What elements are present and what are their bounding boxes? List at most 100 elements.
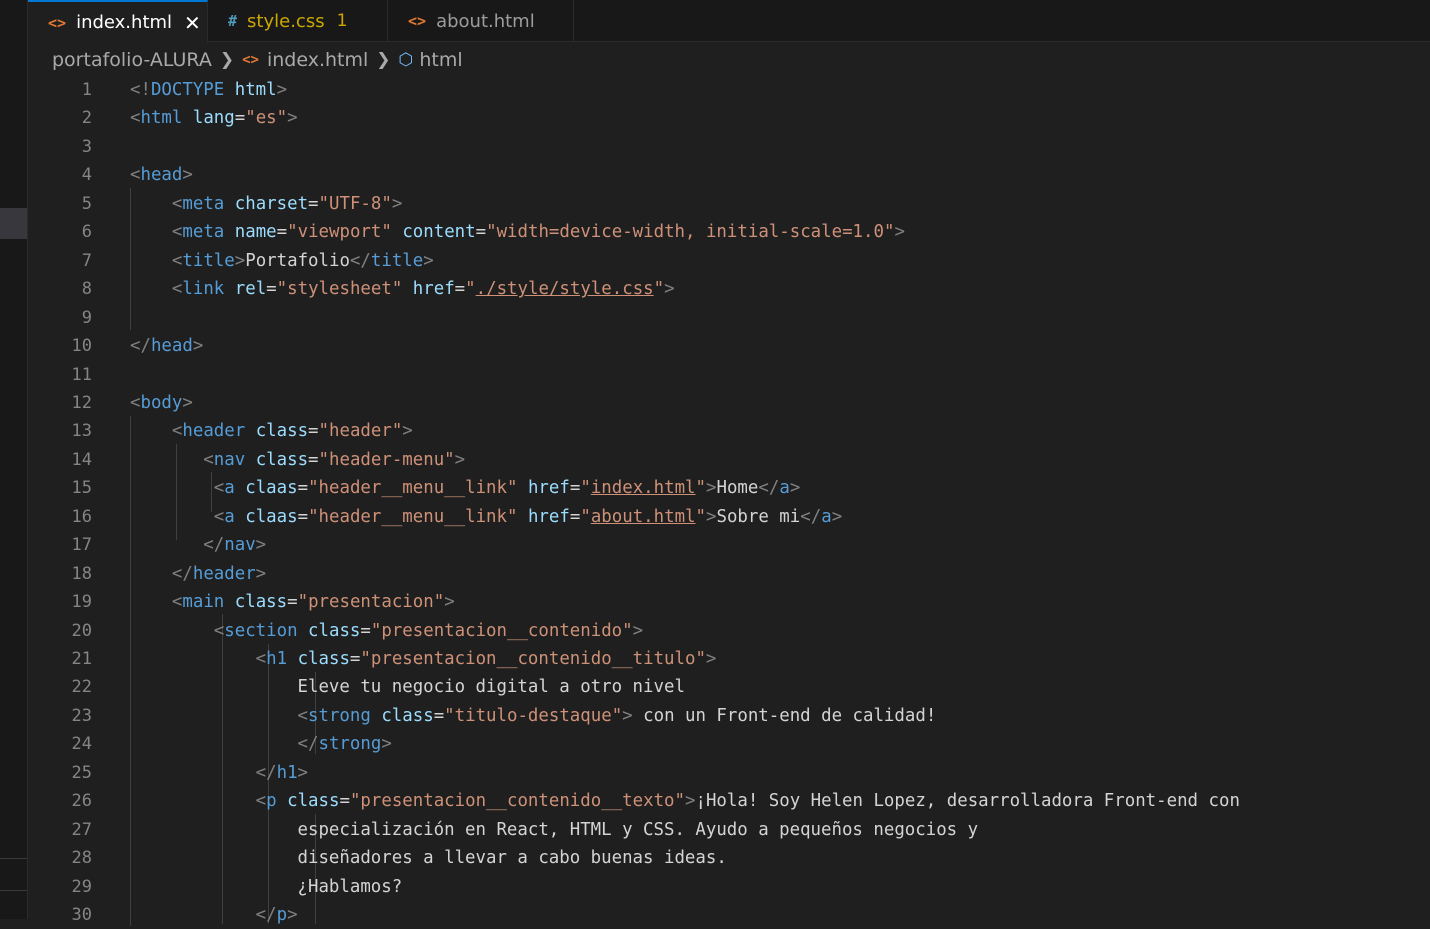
code-token: < bbox=[171, 250, 183, 271]
code-token: charset bbox=[234, 193, 309, 214]
tab-about-html[interactable]: <> about.html bbox=[388, 0, 574, 42]
code-token: ¿Hablamos? bbox=[130, 876, 403, 897]
code-line[interactable]: <title>Portafolio</title> bbox=[130, 247, 434, 275]
code-line[interactable]: <link rel="stylesheet" href="./style/sty… bbox=[130, 275, 675, 303]
code-token: "presentacion__contenido" bbox=[370, 620, 633, 641]
code-line[interactable]: Eleve tu negocio digital a otro nivel bbox=[130, 673, 685, 701]
code-token: > bbox=[234, 250, 246, 271]
code-token: class bbox=[255, 421, 309, 442]
code-token: " bbox=[695, 478, 706, 499]
code-token: > bbox=[632, 620, 644, 641]
tab-style-css[interactable]: # style.css 1 bbox=[208, 0, 388, 42]
code-line[interactable]: <!DOCTYPE html> bbox=[130, 76, 287, 104]
code-token: h1 bbox=[276, 762, 298, 783]
breadcrumb-file[interactable]: index.html bbox=[267, 49, 368, 71]
code-token: </ bbox=[758, 478, 780, 499]
code-token: content bbox=[402, 222, 476, 243]
line-number: 29 bbox=[71, 876, 92, 897]
code-line[interactable]: <a claas="header__menu__link" href="inde… bbox=[130, 474, 801, 502]
line-number: 30 bbox=[71, 905, 92, 926]
line-number: 14 bbox=[71, 449, 92, 470]
chevron-right-icon: ❯ bbox=[376, 50, 391, 70]
code-token: = bbox=[287, 592, 298, 613]
code-editor[interactable]: 1 2 3 4 5 6 7 8 9 10 11 12 13 14 15 16 17 18 19 20 21 22 23 24 2… bbox=[28, 76, 1430, 926]
code-token: " bbox=[465, 279, 476, 300]
line-number: 19 bbox=[71, 592, 92, 613]
code-token: "header__menu__link" bbox=[308, 506, 518, 527]
code-line[interactable]: <p class="presentacion__contenido__texto… bbox=[130, 787, 1240, 815]
code-token: </ bbox=[255, 905, 277, 926]
code-line[interactable]: <a claas="header__menu__link" href="abou… bbox=[130, 503, 842, 531]
code-token: = bbox=[276, 222, 288, 243]
code-token: > bbox=[182, 392, 193, 413]
code-line[interactable]: diseñadores a llevar a cabo buenas ideas… bbox=[130, 844, 727, 872]
code-line[interactable]: especialización en React, HTML y CSS. Ay… bbox=[130, 816, 979, 844]
code-line[interactable]: <h1 class="presentacion__contenido__titu… bbox=[130, 645, 717, 673]
close-icon[interactable]: ✕ bbox=[184, 11, 201, 35]
code-token: > bbox=[192, 336, 204, 357]
code-token: = bbox=[454, 279, 466, 300]
code-line[interactable]: <section class="presentacion__contenido"… bbox=[130, 617, 643, 645]
code-token: > bbox=[287, 905, 298, 926]
line-number: 26 bbox=[71, 791, 92, 812]
code-token: Portafolio bbox=[245, 250, 350, 271]
chevron-right-icon: ❯ bbox=[219, 50, 235, 70]
code-token: Sobre mi bbox=[716, 506, 801, 527]
code-token: name bbox=[234, 222, 277, 243]
breadcrumb-element[interactable]: html bbox=[419, 49, 462, 71]
code-line[interactable]: </head> bbox=[130, 332, 203, 360]
code-line[interactable]: <nav class="header-menu"> bbox=[130, 446, 465, 474]
code-token: "header__menu__link" bbox=[308, 478, 518, 499]
code-token: Home bbox=[716, 478, 759, 499]
code-line[interactable]: </nav> bbox=[130, 531, 266, 559]
code-token: = bbox=[297, 478, 309, 499]
line-number: 6 bbox=[81, 222, 92, 243]
code-token: href bbox=[412, 279, 455, 300]
css-file-icon: # bbox=[228, 12, 238, 30]
code-token: < bbox=[213, 506, 225, 527]
breadcrumb-folder[interactable]: portafolio-ALURA bbox=[52, 49, 212, 71]
line-number: 11 bbox=[71, 364, 92, 385]
line-number: 5 bbox=[81, 193, 92, 214]
code-token: meta bbox=[182, 193, 225, 214]
code-token: link bbox=[182, 279, 225, 300]
code-line[interactable]: <header class="header"> bbox=[130, 417, 413, 445]
code-line[interactable]: </strong> bbox=[130, 730, 392, 758]
activity-bar-selected-item[interactable] bbox=[0, 208, 27, 239]
code-token: diseñadores a llevar a cabo buenas ideas… bbox=[130, 848, 727, 869]
code-token: = bbox=[349, 649, 361, 669]
code-token: > bbox=[789, 478, 801, 499]
code-line[interactable]: ¿Hablamos? bbox=[130, 873, 403, 901]
code-token: </ bbox=[130, 336, 151, 357]
code-token: class bbox=[297, 649, 350, 669]
code-line[interactable]: <main class="presentacion"> bbox=[130, 588, 455, 616]
code-token: <! bbox=[130, 80, 151, 100]
code-line[interactable]: <head> bbox=[130, 161, 193, 189]
line-number: 20 bbox=[71, 620, 92, 641]
tab-label: style.css bbox=[247, 10, 325, 32]
code-token: about.html bbox=[590, 506, 696, 527]
element-cube-icon: ⬡ bbox=[398, 50, 414, 70]
code-line[interactable]: <html lang="es"> bbox=[130, 104, 298, 132]
tab-label: about.html bbox=[436, 10, 535, 32]
tab-index-html[interactable]: <> index.html ✕ bbox=[28, 0, 208, 43]
code-line[interactable]: </p> bbox=[130, 901, 298, 929]
code-token: claas bbox=[245, 478, 298, 499]
code-line[interactable]: <strong class="titulo-destaque"> con un … bbox=[130, 702, 937, 730]
html-file-icon: <> bbox=[48, 13, 67, 32]
code-line[interactable]: <meta charset="UTF-8"> bbox=[130, 190, 402, 218]
code-line[interactable]: </header> bbox=[130, 560, 266, 588]
code-line[interactable]: </h1> bbox=[130, 759, 308, 787]
code-line[interactable]: <body> bbox=[130, 389, 193, 417]
code-line[interactable]: <meta name="viewport" content="width=dev… bbox=[130, 218, 905, 246]
